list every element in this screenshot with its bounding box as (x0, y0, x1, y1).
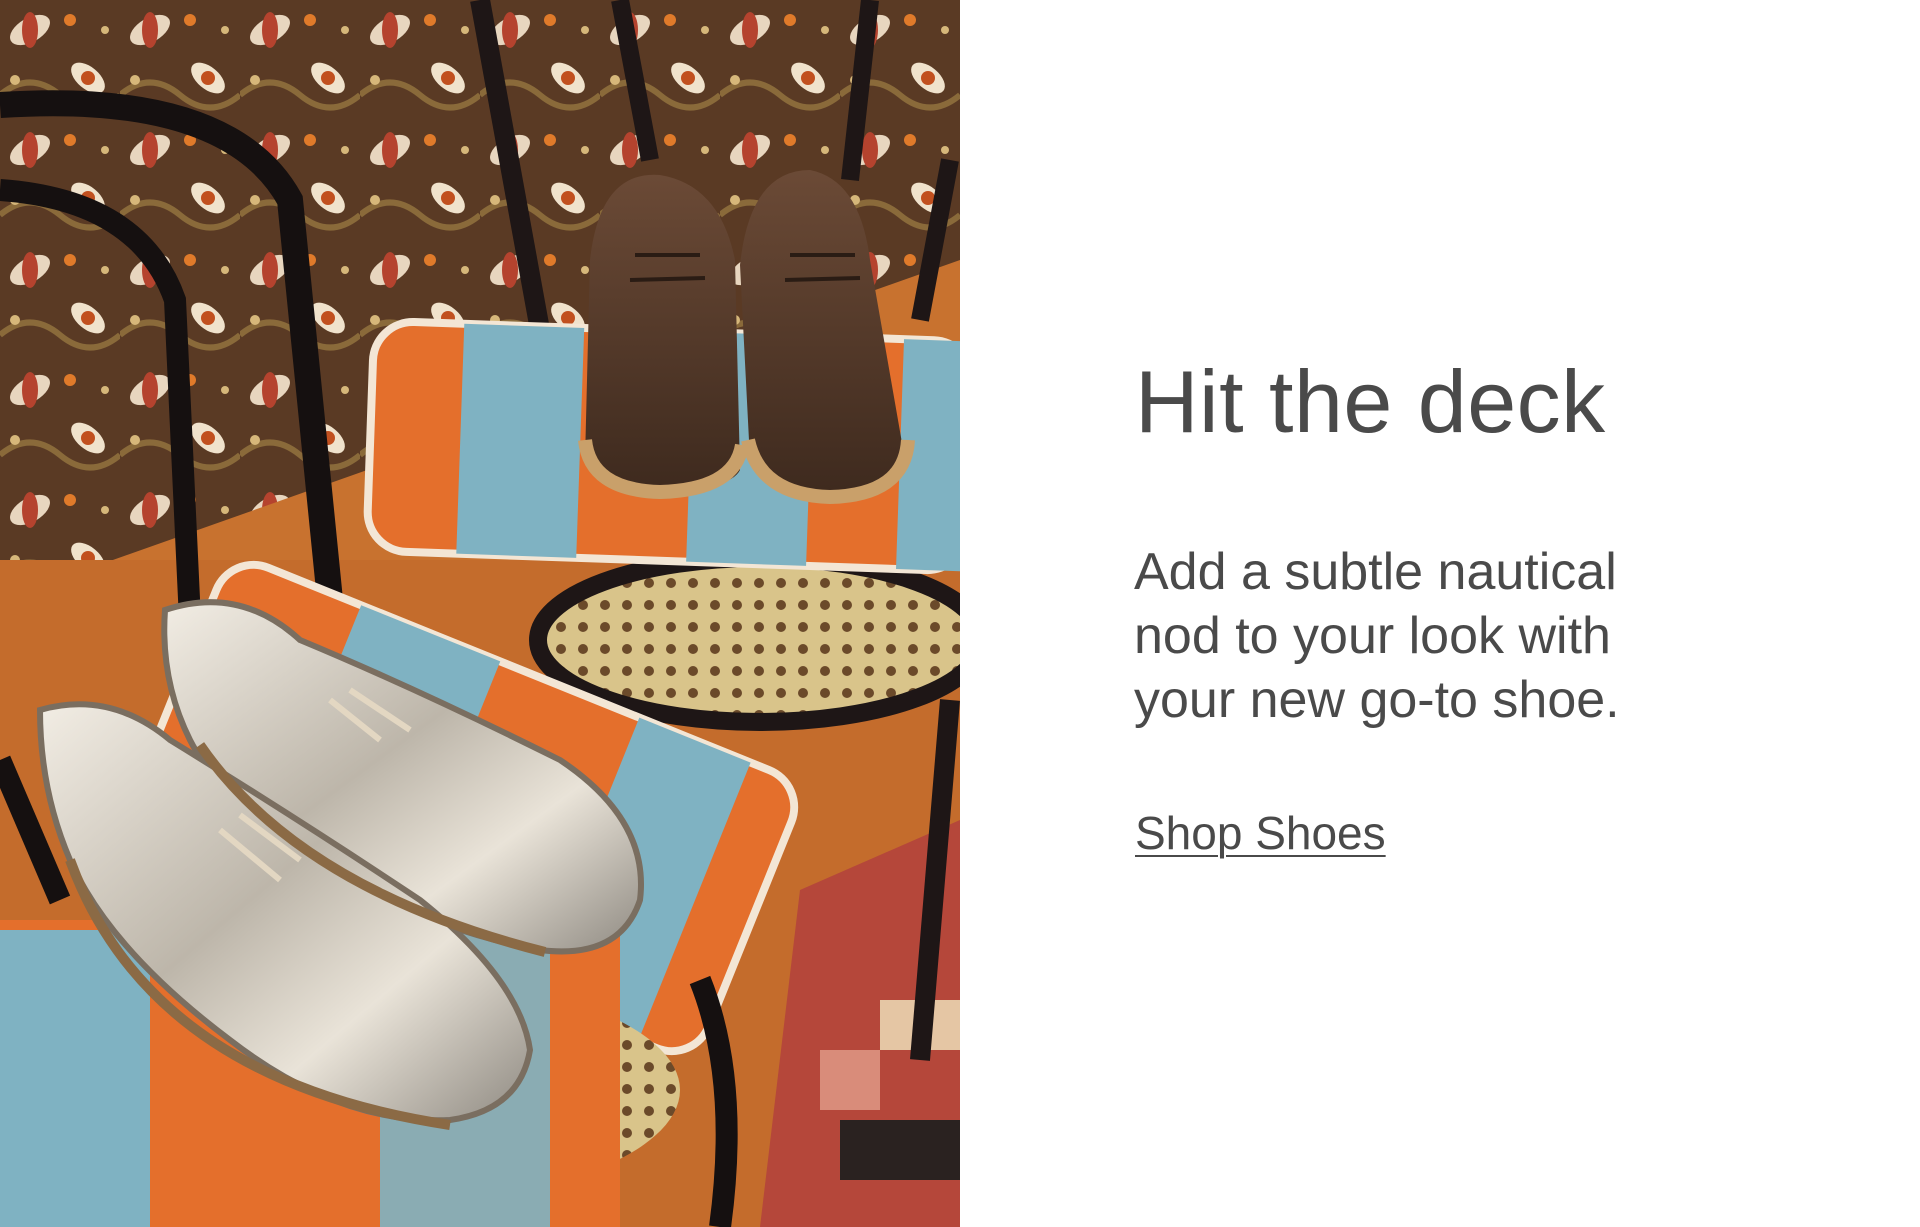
headline: Hit the deck (1135, 352, 1606, 451)
promo-banner: Hit the deck Add a subtle nautical nod t… (0, 0, 1920, 1227)
hero-image[interactable] (0, 0, 960, 1227)
shop-shoes-link[interactable]: Shop Shoes (1135, 803, 1386, 863)
promo-copy: Hit the deck Add a subtle nautical nod t… (960, 0, 1920, 1227)
body-text: Add a subtle nautical nod to your look w… (1134, 543, 1620, 729)
shoes-photo (0, 0, 960, 1227)
